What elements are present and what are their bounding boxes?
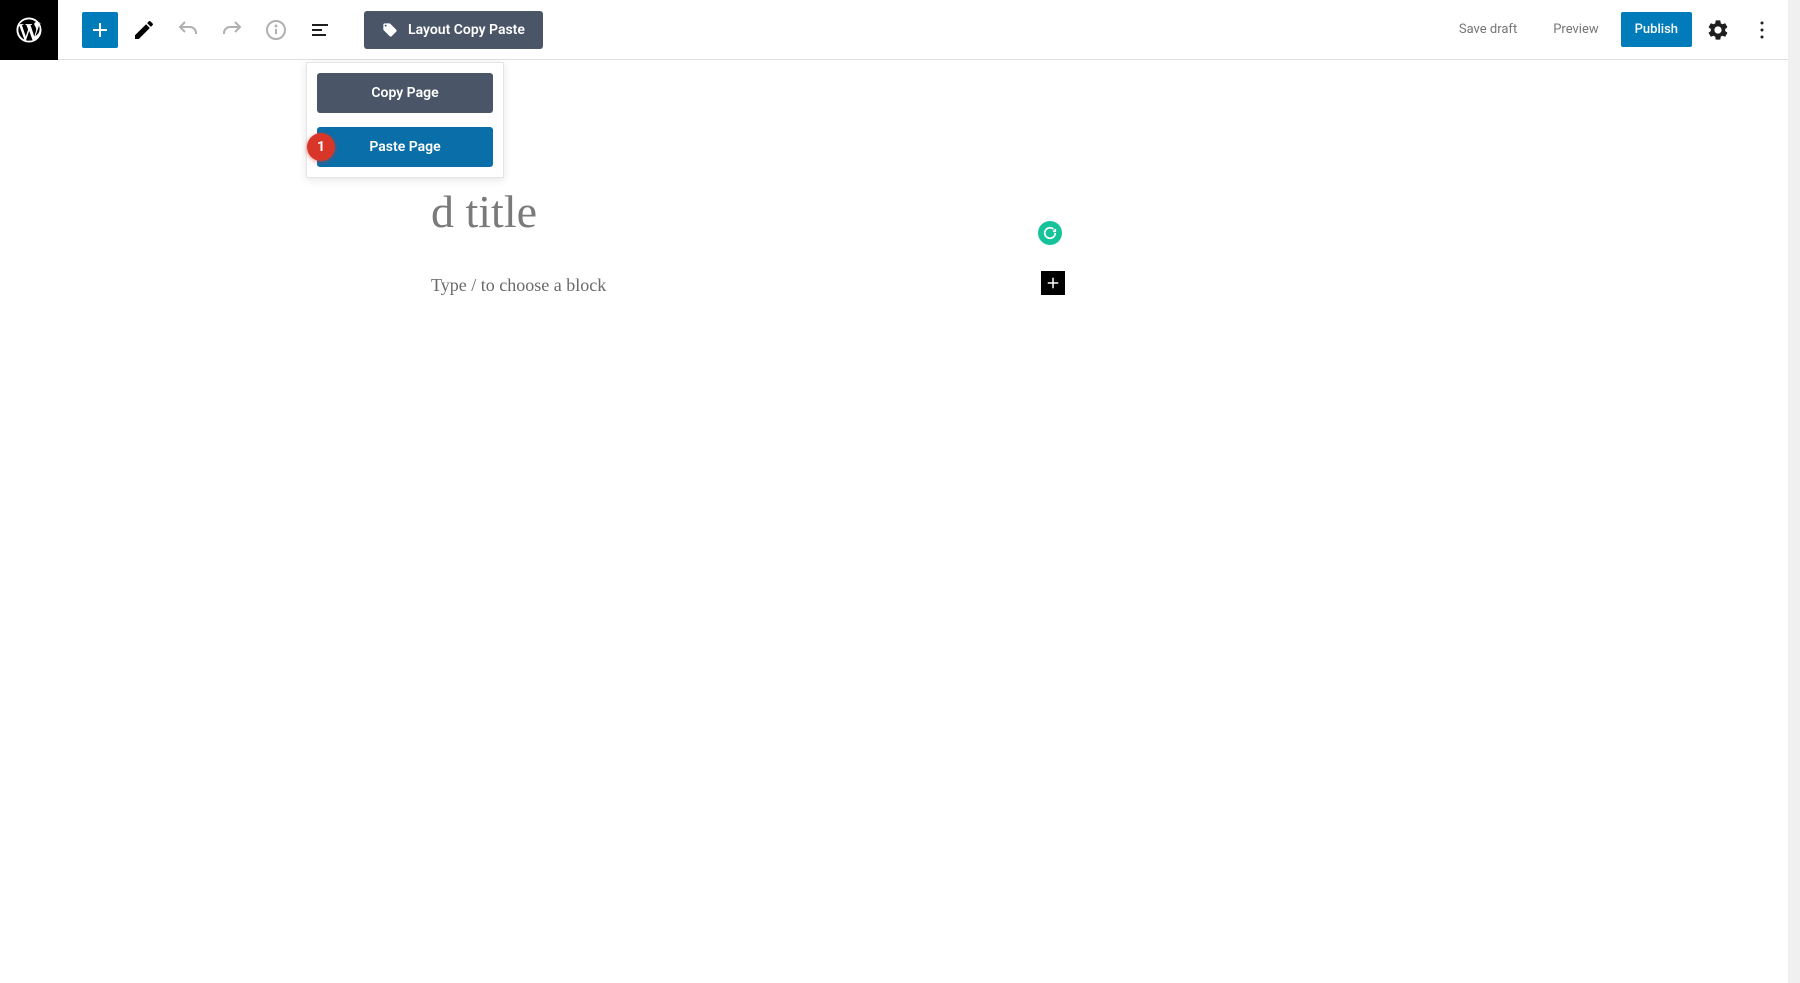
undo-icon: [176, 18, 200, 42]
plus-icon: [88, 18, 112, 42]
save-draft-button[interactable]: Save draft: [1445, 12, 1531, 47]
paste-page-label: Paste Page: [369, 139, 440, 155]
dots-vertical-icon: [1750, 18, 1774, 42]
outline-button[interactable]: [302, 12, 338, 48]
vertical-scrollbar[interactable]: [1788, 0, 1800, 983]
pencil-icon: [132, 18, 156, 42]
plus-icon: [1044, 274, 1062, 292]
list-icon: [308, 18, 332, 42]
annotation-badge: 1: [307, 133, 335, 161]
redo-icon: [220, 18, 244, 42]
edit-mode-button[interactable]: [126, 12, 162, 48]
top-toolbar: Layout Copy Paste Save draft Preview Pub…: [0, 0, 1800, 60]
settings-button[interactable]: [1700, 12, 1736, 48]
layout-copy-paste-button[interactable]: Layout Copy Paste: [364, 11, 543, 49]
preview-button[interactable]: Preview: [1539, 12, 1612, 47]
grammarly-icon: [1043, 226, 1057, 240]
editor-canvas: d title Type / to choose a block: [0, 60, 1800, 130]
gear-icon: [1706, 18, 1730, 42]
toolbar-right-group: Save draft Preview Publish: [1445, 12, 1780, 48]
undo-button[interactable]: [170, 12, 206, 48]
wordpress-icon: [14, 15, 44, 45]
paste-page-button[interactable]: Paste Page 1: [317, 127, 493, 167]
block-text-placeholder[interactable]: Type / to choose a block: [431, 275, 606, 296]
toolbar-left-group: Layout Copy Paste: [58, 11, 543, 49]
wordpress-logo[interactable]: [0, 0, 58, 60]
info-icon: [264, 18, 288, 42]
redo-button[interactable]: [214, 12, 250, 48]
layout-button-label: Layout Copy Paste: [408, 22, 525, 38]
publish-button[interactable]: Publish: [1621, 12, 1692, 47]
inline-add-block-button[interactable]: [1041, 271, 1065, 295]
post-title-placeholder[interactable]: d title: [431, 185, 537, 238]
more-options-button[interactable]: [1744, 12, 1780, 48]
add-block-toggle-button[interactable]: [82, 12, 118, 48]
grammarly-badge[interactable]: [1038, 221, 1062, 245]
info-button[interactable]: [258, 12, 294, 48]
tag-icon: [382, 22, 398, 38]
